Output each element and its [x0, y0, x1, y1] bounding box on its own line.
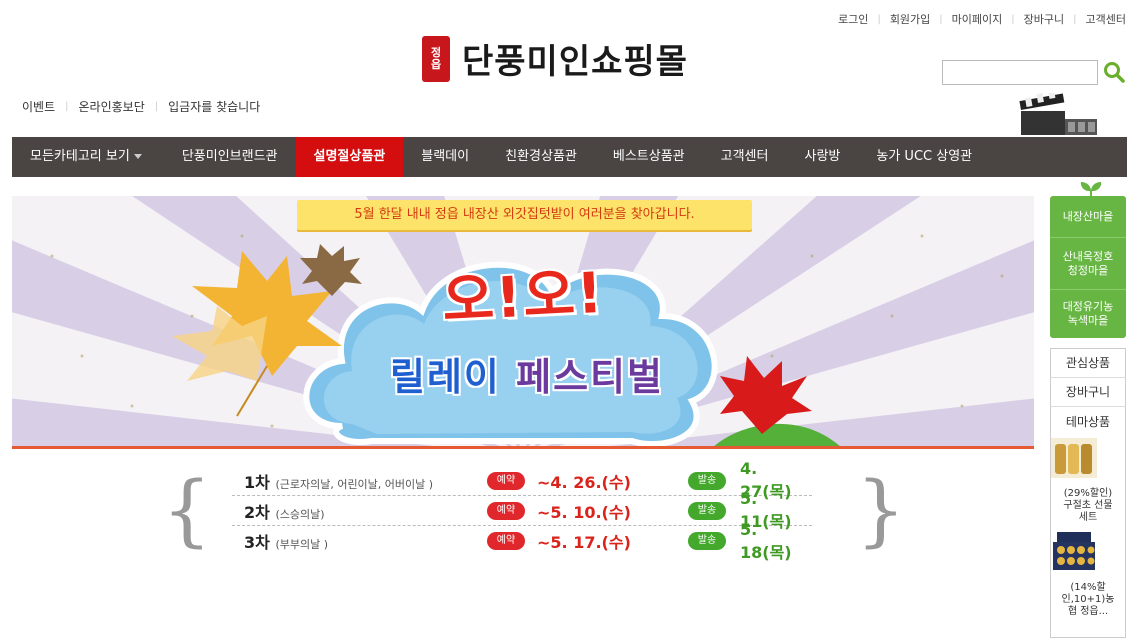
divider: |	[939, 13, 943, 25]
product-caption[interactable]: (14%할 인,10+1)농 협 정읍...	[1051, 582, 1125, 618]
reserve-badge: 예약	[487, 532, 525, 550]
round-number: 3차	[244, 533, 270, 552]
site-logo[interactable]: 정 읍 단풍미인쇼핑몰	[422, 34, 688, 83]
side-cart-link[interactable]: 장바구니	[1051, 378, 1125, 407]
schedule-row: 2차 (스승의날) 예약 ~5. 10.(수) 발송 5. 11(목)	[232, 489, 812, 531]
banner-underline	[12, 446, 1034, 449]
festival-title-part: 릴레이	[390, 355, 501, 399]
product-thumbnail-gift-set[interactable]	[1051, 438, 1097, 478]
village-naejangsan[interactable]: 내장산마을	[1050, 196, 1126, 238]
clapperboard-icon[interactable]	[1019, 93, 1099, 137]
banner-festival-title: 릴레이 페스티벌	[390, 346, 664, 401]
nav-all-categories[interactable]: 모든카테고리 보기	[12, 137, 164, 177]
mypage-link[interactable]: 마이페이지	[952, 11, 1003, 27]
signup-link[interactable]: 회원가입	[890, 11, 930, 27]
banner-headline: 오!오!	[440, 260, 606, 335]
schedule-row: 3차 (부부의날 ) 예약 ~5. 17.(수) 발송 5. 18(목)	[232, 520, 812, 562]
banner-ribbon: 5월 한달 내내 정읍 내장산 외갓집텃밭이 여러분을 찾아갑니다.	[297, 200, 752, 230]
divider: |	[154, 101, 159, 112]
round-note: (스승의날)	[275, 507, 325, 521]
reserve-date: ~5. 10.(수)	[537, 502, 631, 522]
nav-eco-hall[interactable]: 친환경상품관	[487, 137, 595, 177]
divider: |	[877, 13, 881, 25]
sub-links: 이벤트 | 온라인홍보단 | 입금자를 찾습니다	[22, 98, 260, 115]
product-thumbnail-box[interactable]	[1051, 532, 1097, 572]
search-button[interactable]	[1101, 59, 1127, 85]
round-label: 1차 (근로자의날, 어린이날, 어버이날 )	[244, 469, 433, 493]
logo-seal-char: 정	[430, 45, 442, 59]
theme-products-title: 테마상품	[1065, 415, 1111, 429]
reserve-badge: 예약	[487, 471, 525, 490]
round-note: (부부의날 )	[275, 538, 328, 551]
reserve-date: ~5. 17.(수)	[537, 533, 631, 552]
promo-team-link[interactable]: 온라인홍보단	[79, 98, 145, 115]
chevron-down-icon	[133, 154, 142, 159]
nav-customer-center[interactable]: 고객센터	[703, 137, 787, 177]
schedule-table: 1차 (근로자의날, 어린이날, 어버이날 ) 예약 ~4. 26.(수) 발송…	[232, 459, 812, 562]
reserve-date: ~4. 26.(수)	[537, 472, 631, 492]
nav-brand-hall[interactable]: 단풍미인브랜드관	[164, 137, 296, 177]
event-link[interactable]: 이벤트	[22, 98, 55, 115]
login-link[interactable]: 로그인	[838, 11, 868, 27]
nav-ucc-theater[interactable]: 농가 UCC 상영관	[858, 137, 990, 177]
round-label: 3차 (부부의날 )	[244, 529, 328, 553]
logo-seal: 정 읍	[422, 35, 450, 82]
village-sannae-okjeongho[interactable]: 산내옥정호 청정마을	[1050, 238, 1126, 290]
search-bar	[942, 59, 1127, 85]
cart-link[interactable]: 장바구니	[1024, 11, 1064, 27]
schedule-row: 1차 (근로자의날, 어린이날, 어버이날 ) 예약 ~4. 26.(수) 발송…	[232, 459, 812, 501]
ship-badge: 발송	[688, 501, 726, 520]
village-menu: 내장산마을 산내옥정호 청정마을 대정유기농 녹색마을	[1050, 196, 1126, 338]
round-note: (근로자의날, 어린이날, 어버이날 )	[275, 477, 434, 491]
nav-holiday-gift-hall[interactable]: 설명절상품관	[295, 137, 404, 177]
round-number: 1차	[244, 472, 270, 492]
round-label: 2차 (스승의날)	[244, 499, 325, 523]
festival-banner[interactable]: 5월 한달 내내 정읍 내장산 외갓집텃밭이 여러분을 찾아갑니다. 오!오! …	[12, 196, 1034, 448]
left-brace: {	[162, 466, 212, 556]
festival-title-part: 페스티벌	[500, 355, 664, 399]
interest-products-link[interactable]: 관심상품	[1051, 349, 1125, 378]
depositor-link[interactable]: 입금자를 찾습니다	[168, 98, 260, 115]
round-number: 2차	[244, 502, 270, 522]
search-icon	[1104, 62, 1125, 83]
divider: |	[1011, 13, 1015, 25]
nav-black-day[interactable]: 블랙데이	[403, 137, 487, 177]
village-daejeong-organic[interactable]: 대정유기농 녹색마을	[1050, 290, 1126, 338]
logo-seal-char: 읍	[430, 57, 442, 71]
reserve-badge: 예약	[487, 501, 525, 520]
divider: |	[1073, 13, 1077, 25]
top-utility-links: 로그인 | 회원가입 | 마이페이지 | 장바구니 | 고객센터	[838, 11, 1126, 27]
right-brace: }	[856, 466, 906, 556]
logo-text: 단풍미인쇼핑몰	[462, 42, 688, 82]
quick-menu: 관심상품 장바구니 테마상품 (29%할인) 구절초 선물 세트 (14%할 인…	[1050, 348, 1126, 638]
search-input[interactable]	[942, 59, 1098, 85]
divider: |	[65, 101, 69, 112]
nav-community[interactable]: 사랑방	[786, 137, 858, 177]
main-nav: 모든카테고리 보기 단풍미인브랜드관 설명절상품관 블랙데이 친환경상품관 베스…	[12, 137, 1127, 177]
nav-label: 모든카테고리 보기	[30, 149, 130, 164]
customer-center-link[interactable]: 고객센터	[1086, 11, 1126, 27]
ship-badge: 발송	[688, 471, 726, 490]
ship-badge: 발송	[688, 532, 726, 550]
nav-best-hall[interactable]: 베스트상품관	[595, 137, 703, 177]
product-caption[interactable]: (29%할인) 구절초 선물 세트	[1051, 488, 1125, 524]
ship-date: 5. 18(목)	[740, 519, 792, 562]
